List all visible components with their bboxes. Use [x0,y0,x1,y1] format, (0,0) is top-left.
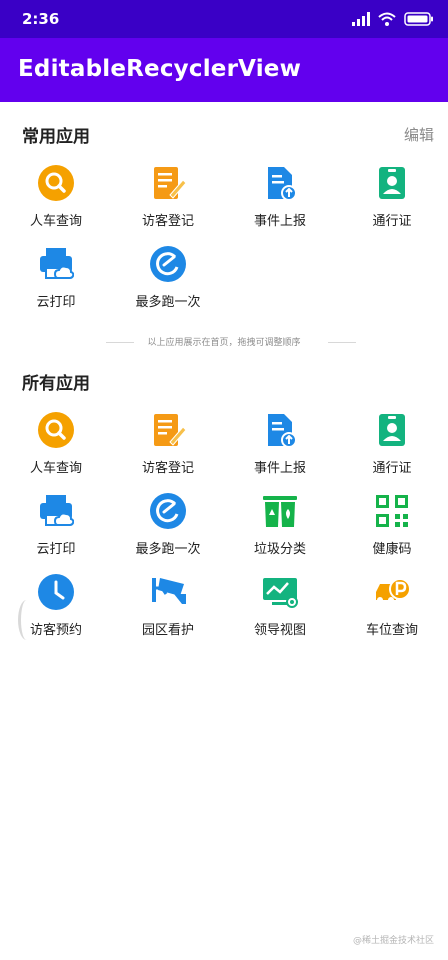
status-time: 2:36 [22,10,60,28]
status-bar: 2:36 [0,0,448,38]
security-camera-icon [150,574,186,610]
search-icon [38,412,74,448]
clock-icon [38,574,74,610]
monitor-chart-icon [262,574,298,610]
search-icon [38,165,74,201]
document-upload-icon [262,412,298,448]
app-item[interactable]: 垃圾分类 [224,491,336,572]
app-item[interactable]: 通行证 [336,163,448,244]
refresh-circle-icon [150,493,186,529]
app-title: EditableRecyclerView [18,56,302,82]
watermark: @稀土掘金技术社区 [352,936,434,946]
app-item-label: 通行证 [372,461,412,476]
cloud-printer-icon [38,493,75,529]
form-edit-icon [150,412,187,448]
cloud-printer-icon [38,246,75,282]
form-edit-icon [150,165,187,201]
common-apps-title: 常用应用 [22,127,90,147]
trash-bins-icon [262,493,298,529]
app-item-label: 垃圾分类 [253,542,306,557]
app-item-label: 云打印 [36,295,76,310]
app-item[interactable]: 人车查询 [0,410,112,491]
app-item[interactable]: 访客登记 [112,410,224,491]
app-item-label: 事件上报 [253,214,306,229]
app-item-label: 健康码 [372,542,412,557]
app-item[interactable]: 通行证 [336,410,448,491]
app-item-label: 车位查询 [365,623,418,638]
status-icons [352,10,434,28]
app-item[interactable]: 事件上报 [224,410,336,491]
all-apps-title: 所有应用 [22,374,90,394]
app-item-label: 事件上报 [253,461,306,476]
signal-icon [352,12,370,26]
qr-code-icon [374,493,410,529]
app-item[interactable]: 人车查询 [0,163,112,244]
document-upload-icon [262,165,298,201]
app-item-label: 云打印 [36,542,76,557]
app-item-label: 人车查询 [29,214,82,229]
app-item-label: 访客登记 [141,214,194,229]
divider-hint-text: 以上应用展示在首页，拖拽可调整顺序 [147,338,301,348]
refresh-circle-icon [150,246,186,282]
app-item-label: 领导视图 [253,623,306,638]
badge-id-icon [374,412,410,448]
app-item-label: 最多跑一次 [135,542,201,557]
app-item[interactable]: 健康码 [336,491,448,572]
app-item-label: 访客登记 [141,461,194,476]
badge-id-icon [374,165,410,201]
overscroll-edge-glow [18,600,35,640]
app-item[interactable]: 访客预约 [0,572,112,653]
app-item[interactable]: 云打印 [0,491,112,572]
common-apps-grid: 人车查询 访客登记 事件上报 通行证云打印 最多跑一次 [0,163,448,325]
app-item[interactable]: 最多跑一次 [112,491,224,572]
app-item[interactable]: 园区看护 [112,572,224,653]
parking-car-icon [374,574,411,610]
section-divider: 以上应用展示在首页，拖拽可调整顺序 [0,334,448,350]
app-item-label: 通行证 [372,214,412,229]
app-item-label: 访客预约 [29,623,82,638]
app-item-label: 人车查询 [29,461,82,476]
app-item[interactable]: 领导视图 [224,572,336,653]
app-item[interactable]: 云打印 [0,244,112,325]
app-bar: EditableRecyclerView [0,38,448,102]
edit-button[interactable]: 编辑 [404,124,434,145]
battery-icon [404,12,433,26]
all-apps-grid: 人车查询 访客登记 事件上报 通行证云打印 最多跑一次 垃圾分类 健康码访客预约 园区看护 领导… [0,410,448,653]
app-item[interactable]: 事件上报 [224,163,336,244]
wifi-icon [378,12,396,26]
app-item[interactable]: 车位查询 [336,572,448,653]
divider-line-right [328,342,356,343]
app-item[interactable]: 访客登记 [112,163,224,244]
app-item-label: 最多跑一次 [135,295,201,310]
app-item[interactable]: 最多跑一次 [112,244,224,325]
app-item-label: 园区看护 [141,623,194,638]
